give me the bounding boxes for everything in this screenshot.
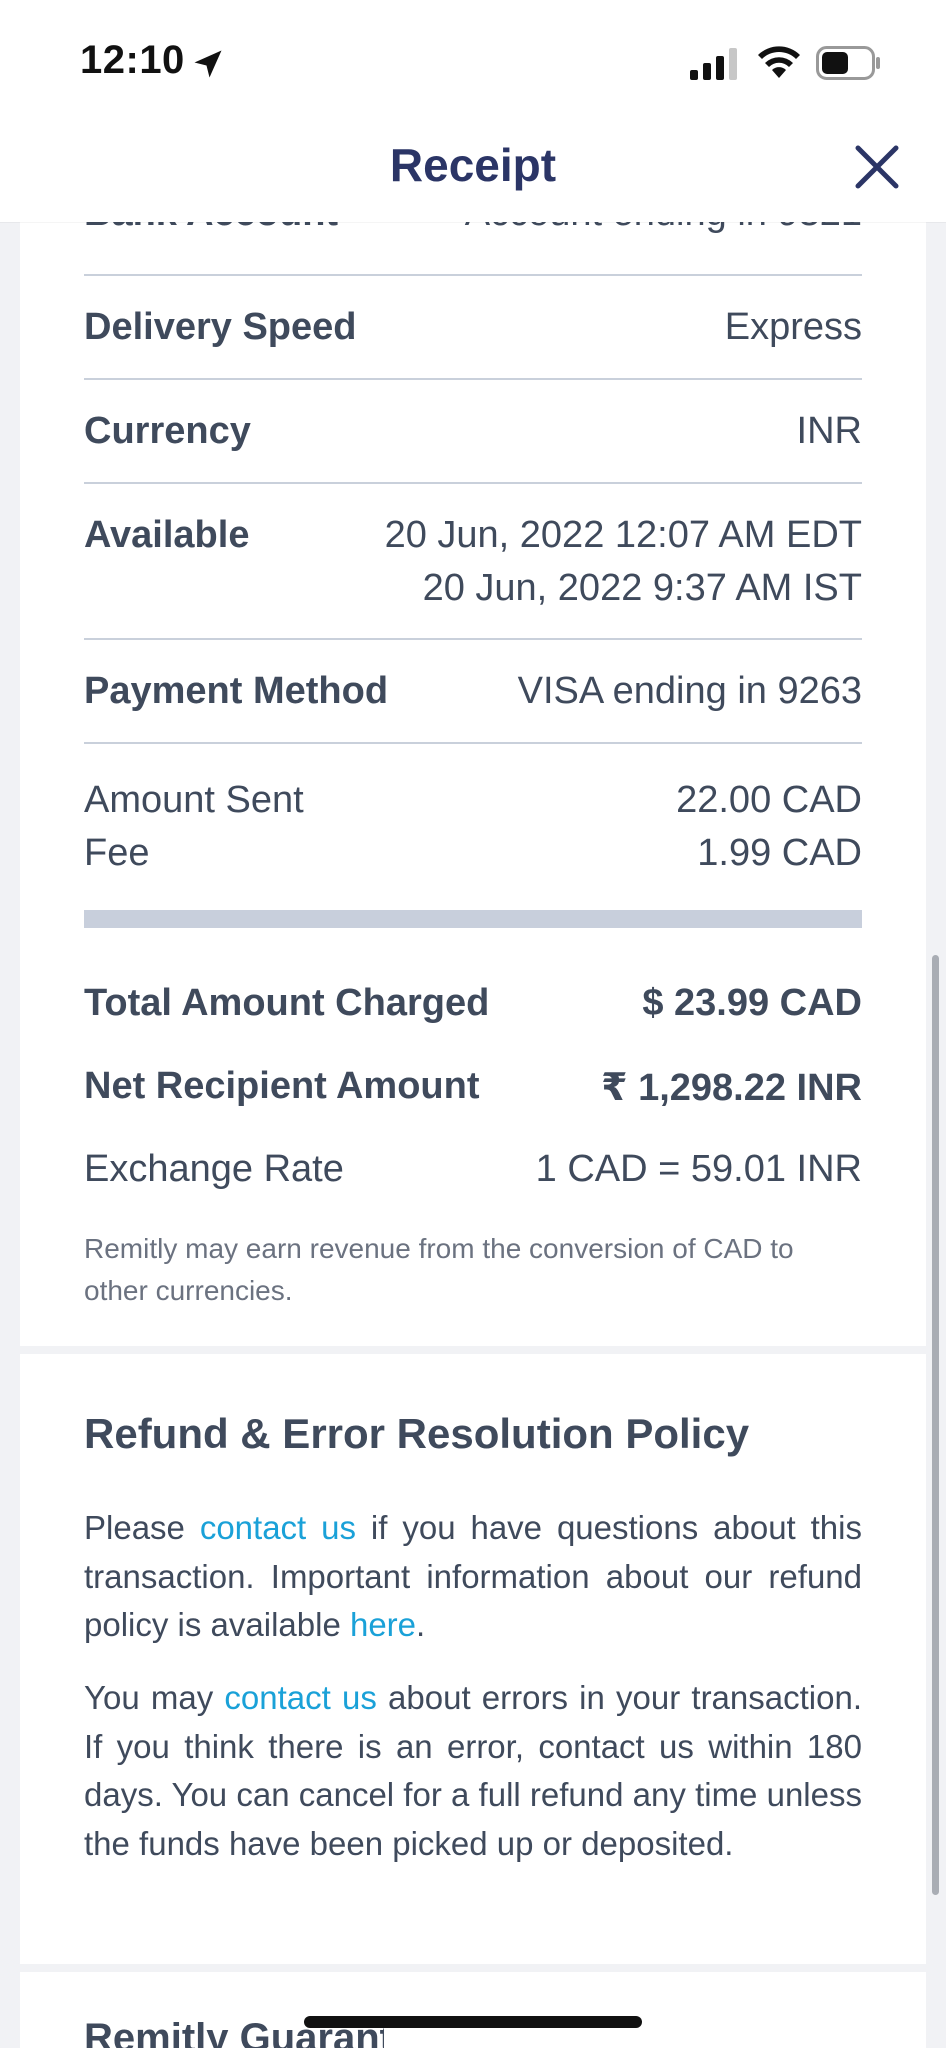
totals-divider [84,910,862,928]
payment-method-value: VISA ending in 9263 [517,670,862,712]
header: Receipt [0,120,946,222]
receipt-details-card: Bank Account Account ending in 9321 Deli… [20,222,926,1346]
status-bar: 12:10 [0,0,946,120]
exchange-rate-value: 1 CAD = 59.01 INR [535,1148,862,1190]
available-value-ist: 20 Jun, 2022 9:37 AM IST [422,567,862,609]
delivery-speed-label: Delivery Speed [84,306,357,348]
home-indicator[interactable] [304,2016,642,2028]
fee-value: 1.99 CAD [697,832,862,874]
wifi-icon [758,46,800,78]
policy-text: Please [84,1509,200,1546]
divider [84,638,862,640]
amount-sent-value: 22.00 CAD [676,779,862,821]
location-arrow-icon [194,50,222,78]
refund-policy-section: Refund & Error Resolution Policy Please … [20,1354,926,1964]
total-charged-value: $ 23.99 CAD [642,982,862,1024]
close-icon [855,145,899,189]
receipt-details: Bank Account Account ending in 9321 Deli… [84,222,862,1346]
battery-icon [816,46,880,80]
refund-policy-paragraph-1: Please contact us if you have questions … [84,1504,862,1650]
available-value-edt: 20 Jun, 2022 12:07 AM EDT [384,514,862,556]
amount-sent-label: Amount Sent [84,779,304,821]
contact-us-link[interactable]: contact us [200,1509,356,1546]
payment-method-label: Payment Method [84,670,389,712]
close-button[interactable] [852,142,902,192]
scrollbar[interactable] [932,955,939,1895]
refund-policy-title: Refund & Error Resolution Policy [84,1410,750,1457]
conversion-note: Remitly may earn revenue from the conver… [84,1233,794,1306]
status-time: 12:10 [80,38,185,82]
bank-account-label: Bank Account [84,222,338,235]
refund-policy-paragraph-2: You may contact us about errors in your … [84,1674,862,1868]
total-charged-label: Total Amount Charged [84,982,490,1024]
cellular-signal-icon [690,48,737,80]
refund-policy-here-link[interactable]: here [350,1606,416,1643]
currency-value: INR [796,410,862,452]
policy-text: You may [84,1679,225,1716]
contact-us-errors-link[interactable]: contact us [224,1679,376,1716]
bank-account-value: Account ending in 9321 [465,222,862,235]
net-recipient-value: ₹ 1,298.22 INR [601,1067,862,1109]
divider [84,378,862,380]
available-label: Available [84,514,250,556]
divider [84,742,862,744]
currency-label: Currency [84,410,251,452]
next-section-card: Remitly Guarantee [20,1972,926,2048]
fee-label: Fee [84,832,150,874]
divider [84,482,862,484]
net-recipient-label: Net Recipient Amount [84,1065,480,1107]
page-title: Receipt [389,139,557,191]
divider [84,274,862,276]
delivery-speed-value: Express [724,306,862,348]
exchange-rate-label: Exchange Rate [84,1148,344,1190]
policy-text: . [416,1606,426,1643]
